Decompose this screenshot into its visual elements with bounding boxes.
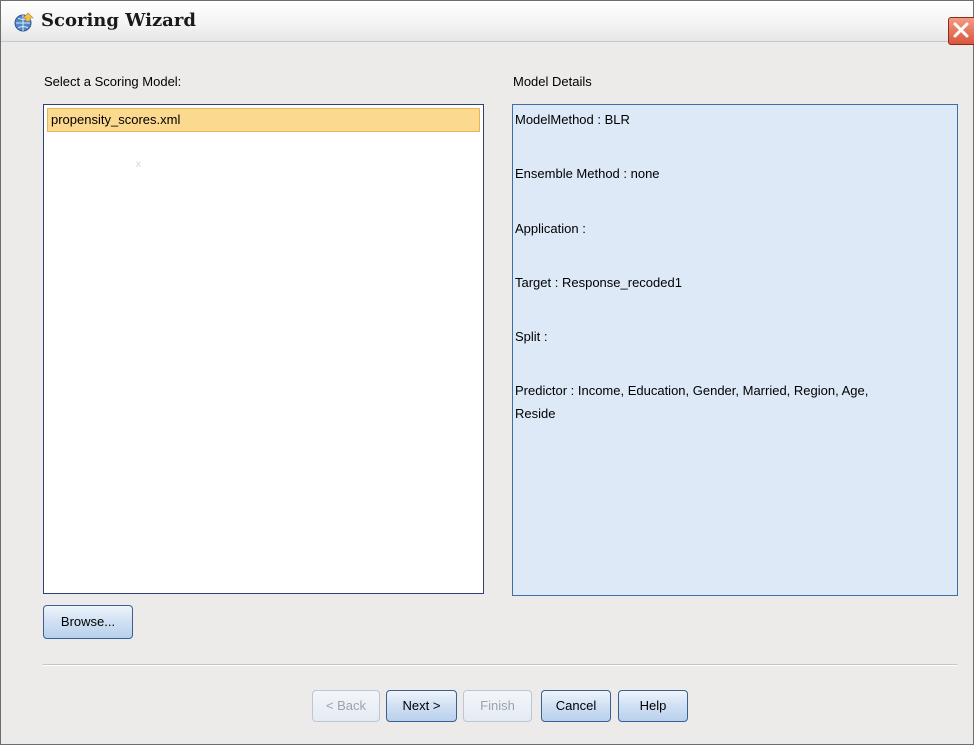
close-button[interactable] [948,17,974,45]
detail-target: Target : Response_recoded1 [515,275,682,290]
select-model-label: Select a Scoring Model: [44,74,182,89]
help-button[interactable]: Help [618,690,688,722]
detail-application: Application : [515,221,586,236]
detail-model-method: ModelMethod : BLR [515,112,630,127]
title-bar: Scoring Wizard [1,1,974,45]
detail-predictor: Predictor : Income, Education, Gender, M… [515,383,869,398]
detail-split: Split : [515,329,548,344]
globe-icon [14,12,34,32]
cancel-button[interactable]: Cancel [541,690,611,722]
detail-predictor-continued: Reside [515,406,556,421]
next-button[interactable]: Next > [386,690,457,722]
back-button[interactable]: < Back [312,690,380,722]
browse-button[interactable]: Browse... [43,605,133,639]
scoring-wizard-dialog: Scoring Wizard Select a Scoring Model: p… [0,0,974,745]
separator [43,664,957,666]
detail-ensemble-method: Ensemble Method : none [515,166,660,181]
list-item-selected[interactable]: propensity_scores.xml [47,108,480,132]
stray-mark: x [136,159,141,170]
model-details-label: Model Details [513,74,592,89]
close-icon [953,22,969,38]
model-details-panel: ModelMethod : BLR Ensemble Method : none… [512,104,958,596]
window-title: Scoring Wizard [41,10,196,31]
finish-button[interactable]: Finish [463,690,532,722]
scoring-model-list[interactable]: propensity_scores.xml x [43,104,484,594]
